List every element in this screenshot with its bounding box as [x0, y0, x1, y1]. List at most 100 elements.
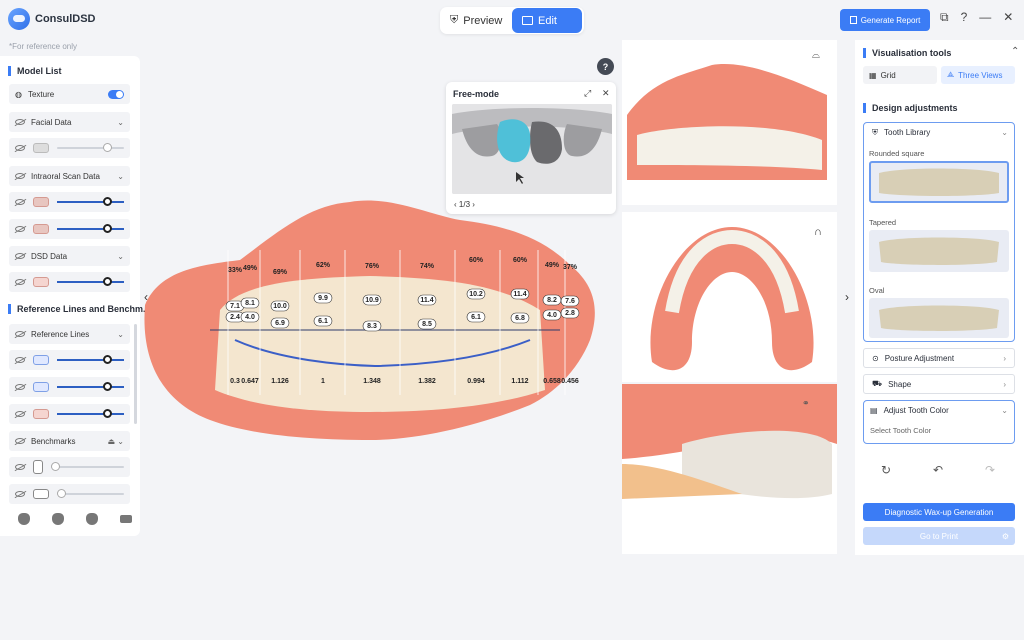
shape-row[interactable]: ⛟ Shape › [863, 374, 1015, 394]
grid-button[interactable]: ▦ Grid [863, 66, 937, 84]
bench-1-slider[interactable] [51, 462, 124, 471]
tooth-color-header[interactable]: ▤ Adjust Tooth Color ⌄ [870, 406, 1008, 415]
reset-icon[interactable]: ↻ [881, 463, 891, 477]
grid-label: Grid [880, 70, 896, 80]
bench-2-slider[interactable] [57, 489, 124, 498]
reference-lines-row[interactable]: Reference Lines ⌄ [9, 324, 130, 344]
chevron-down-icon[interactable]: ⌄ [117, 330, 124, 339]
chevron-down-icon[interactable]: ⌄ [117, 252, 124, 261]
add-benchmark-icon[interactable]: ⏏ ⌄ [108, 437, 124, 446]
upper-width-label: 8.1 [245, 300, 255, 307]
posture-icon: ⊙ [872, 353, 879, 363]
waxup-generation-button[interactable]: Diagnostic Wax-up Generation [863, 503, 1015, 521]
preview-label: Preview [463, 14, 503, 27]
close-panel-icon[interactable]: ✕ [602, 88, 610, 99]
help-button[interactable]: ? [597, 58, 614, 75]
shape-label: Shape [888, 379, 912, 389]
next-icon[interactable]: › [472, 200, 475, 209]
visibility-icon[interactable] [15, 145, 25, 151]
dental-model-view[interactable]: 33% 49%69%62% 76% 74%60% 60%49% 37% 7.1 8.1 10.… [140, 190, 610, 460]
upper-view-panel[interactable]: ⌓ [622, 40, 837, 205]
undo-icon[interactable]: ↶ [933, 463, 943, 477]
bench-thumbnail [33, 460, 43, 474]
visibility-icon[interactable] [15, 384, 25, 390]
ref-2-slider[interactable] [57, 382, 124, 391]
benchmarks-row[interactable]: Benchmarks ⏏ ⌄ [9, 431, 130, 451]
app-logo: ConsulDSD [8, 8, 96, 30]
front-face-icon[interactable] [18, 513, 30, 525]
preview-tab[interactable]: ⛨ Preview [440, 8, 510, 33]
profile-face-icon[interactable] [86, 513, 98, 525]
window-controls: ⧉ ? — ✕ [940, 10, 1013, 25]
print-settings-icon[interactable]: ⚙ [1002, 532, 1009, 541]
visibility-icon[interactable] [15, 464, 25, 470]
upper-width-label: 7.6 [565, 298, 575, 305]
free-mode-preview[interactable] [452, 104, 612, 194]
left-scrollbar[interactable] [134, 324, 137, 424]
chevron-down-icon[interactable]: ⌄ [117, 118, 124, 127]
grid-icon: ▦ [869, 70, 877, 80]
prev-icon[interactable]: ‹ [454, 200, 457, 209]
visibility-icon[interactable] [15, 173, 25, 179]
facial-opacity-slider[interactable] [57, 143, 124, 152]
tooth-library-label: Tooth Library [884, 128, 931, 137]
library-item-oval[interactable] [869, 298, 1009, 338]
tooth-icon: ⛨ [450, 14, 459, 26]
intraoral-row[interactable]: Intraoral Scan Data ⌄ [9, 166, 130, 186]
percent-label: 49% [545, 262, 560, 269]
benchmarks-label: Benchmarks [31, 436, 76, 446]
shape-icon: ⛟ [872, 379, 883, 388]
minimize-icon[interactable]: — [979, 10, 991, 25]
side-view-panel[interactable]: ⚭ [622, 384, 837, 554]
three-views-button[interactable]: ⟁ Three Views [941, 66, 1015, 84]
ref-3-slider[interactable] [57, 409, 124, 418]
chevron-down-icon: ⌄ [1001, 128, 1008, 137]
visibility-icon[interactable] [15, 226, 25, 232]
visibility-icon[interactable] [15, 331, 25, 337]
side-face-icon[interactable] [52, 513, 64, 525]
intraoral-1-slider[interactable] [57, 197, 124, 206]
edit-tab[interactable]: Edit [512, 8, 582, 33]
generate-report-button[interactable]: Generate Report [840, 9, 930, 31]
dsd-data-row[interactable]: DSD Data ⌄ [9, 246, 130, 266]
tooth-library-header[interactable]: ⛨ Tooth Library ⌄ [872, 128, 1008, 138]
color-icon: ▤ [870, 406, 878, 415]
texture-row: ◍ Texture [9, 84, 130, 104]
ref-1-slider[interactable] [57, 355, 124, 364]
redo-icon[interactable]: ↷ [985, 463, 995, 477]
facial-data-row[interactable]: Facial Data ⌄ [9, 112, 130, 132]
ref-line-thumbnail [33, 382, 49, 392]
visibility-icon[interactable] [15, 491, 25, 497]
visibility-icon[interactable] [15, 279, 25, 285]
design-title: Design adjustments [863, 103, 958, 113]
library-item-tapered[interactable] [869, 230, 1009, 272]
upper-jaw-icon[interactable]: ⌓ [812, 50, 820, 61]
visibility-icon[interactable] [15, 438, 25, 444]
jaw-view-icon[interactable] [120, 515, 132, 523]
collapse-up-icon[interactable]: ⌃ [1011, 46, 1019, 57]
mid-width-label: 6.9 [275, 320, 285, 327]
texture-toggle[interactable] [108, 89, 124, 99]
visibility-icon[interactable] [15, 411, 25, 417]
collapse-right-icon[interactable]: › [845, 290, 849, 304]
go-to-print-button[interactable]: Go to Print ⚙ [863, 527, 1015, 545]
visibility-icon[interactable] [15, 199, 25, 205]
help-icon[interactable]: ? [961, 10, 968, 25]
dsd-slider[interactable] [57, 277, 124, 286]
visibility-icon[interactable] [15, 119, 25, 125]
posture-adjustment-row[interactable]: ⊙ Posture Adjustment › [863, 348, 1015, 368]
close-icon[interactable]: ✕ [1003, 10, 1013, 25]
side-view-icon[interactable]: ⚭ [802, 398, 810, 409]
snapshot-icon[interactable]: ⧉ [940, 10, 949, 25]
chevron-down-icon[interactable]: ⌄ [117, 172, 124, 181]
occlusal-view-panel[interactable]: ∩ [622, 212, 837, 382]
ratio-label: 0.994 [467, 378, 485, 385]
expand-icon[interactable]: ⤢ [584, 88, 591, 99]
intraoral-2-slider[interactable] [57, 224, 124, 233]
visibility-icon[interactable] [15, 357, 25, 363]
visibility-icon[interactable] [15, 253, 25, 259]
arch-icon[interactable]: ∩ [814, 226, 822, 238]
ratio-label: 0.647 [241, 378, 259, 385]
upper-width-label: 11.4 [420, 297, 433, 304]
library-item-rounded-square[interactable] [869, 161, 1009, 203]
